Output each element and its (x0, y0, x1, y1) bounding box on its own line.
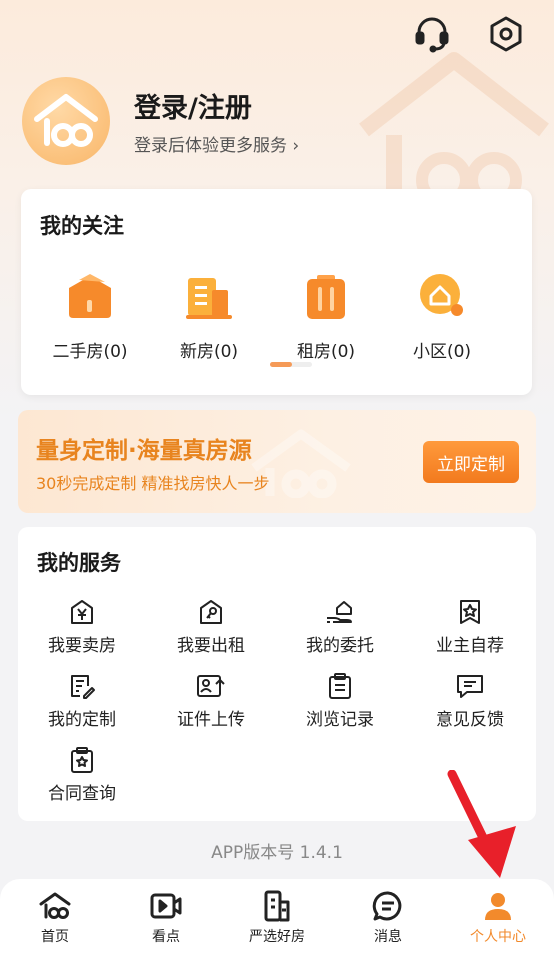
follow-item-community[interactable]: 小区(0) (387, 269, 497, 362)
tab-personal-center[interactable]: 个人中心 (443, 889, 553, 946)
new-building-icon (181, 269, 237, 325)
follow-item-newhouse[interactable]: 新房(0) (154, 269, 264, 362)
document-edit-icon (67, 671, 97, 701)
service-label: 我要出租 (177, 636, 245, 656)
tab-label: 严选好房 (249, 929, 305, 945)
tab-label: 个人中心 (470, 929, 526, 945)
service-owner-recommend[interactable]: 业主自荐 (406, 597, 534, 656)
building-icon (260, 889, 294, 923)
service-label: 证件上传 (177, 710, 245, 730)
my-follow-card: 我的关注 二手房(0) 新房(0) 租房(0) 小区(0) (21, 189, 532, 395)
service-browse-history[interactable]: 浏览记录 (276, 671, 404, 730)
home-icon (38, 889, 72, 923)
services-title: 我的服务 (37, 551, 121, 575)
service-label: 我的定制 (48, 710, 116, 730)
settings-hexagon-icon[interactable] (484, 12, 528, 56)
video-icon (149, 889, 183, 923)
service-my-custom[interactable]: 我的定制 (18, 671, 146, 730)
follow-item-rental[interactable]: 租房(0) (271, 269, 381, 362)
banner-title: 量身定制·海量真房源 (36, 438, 252, 464)
follow-title: 我的关注 (40, 214, 124, 238)
tab-messages[interactable]: 消息 (333, 889, 443, 946)
person-icon (481, 889, 515, 923)
service-contract-query[interactable]: 合同查询 (18, 745, 146, 804)
pointer-arrow-icon (440, 769, 530, 886)
headset-icon[interactable] (410, 12, 454, 56)
contract-star-icon (67, 745, 97, 775)
top-right-actions (410, 12, 528, 56)
service-label: 我的委托 (306, 636, 374, 656)
house-yen-icon (67, 597, 97, 627)
follow-label: 小区(0) (412, 342, 472, 362)
banner-subtitle: 30秒完成定制 精准找房快人一步 (36, 474, 270, 493)
house-key-icon (196, 597, 226, 627)
login-subtitle-link[interactable]: 登录后体验更多服务 › (134, 131, 299, 156)
service-feedback[interactable]: 意见反馈 (406, 671, 534, 730)
carousel-indicator-active (270, 362, 292, 367)
service-label: 我要卖房 (48, 636, 116, 656)
bottom-tab-bar: 首页 看点 严选好房 消息 个人中心 (0, 879, 554, 954)
follow-label: 二手房(0) (52, 342, 128, 362)
service-rent-out[interactable]: 我要出租 (147, 597, 275, 656)
hand-house-icon (325, 597, 355, 627)
community-pin-icon (414, 269, 470, 325)
tab-label: 看点 (152, 929, 180, 945)
secondhand-house-icon (62, 269, 118, 325)
customize-now-button[interactable]: 立即定制 (423, 441, 519, 483)
id-upload-icon (196, 671, 226, 701)
service-label: 浏览记录 (306, 710, 374, 730)
star-badge-icon (455, 597, 485, 627)
service-sell-house[interactable]: 我要卖房 (18, 597, 146, 656)
tab-label: 首页 (41, 929, 69, 945)
tab-label: 消息 (374, 929, 402, 945)
custom-search-banner[interactable]: 量身定制·海量真房源 30秒完成定制 精准找房快人一步 立即定制 (18, 410, 536, 513)
carousel-indicator (270, 362, 312, 367)
follow-label: 租房(0) (296, 342, 356, 362)
service-label: 业主自荐 (436, 636, 504, 656)
service-label: 意见反馈 (436, 710, 504, 730)
service-id-upload[interactable]: 证件上传 (147, 671, 275, 730)
avatar[interactable] (22, 77, 110, 165)
clipboard-icon (325, 671, 355, 701)
login-title[interactable]: 登录/注册 (134, 86, 252, 125)
tab-home[interactable]: 首页 (0, 889, 110, 946)
feedback-icon (455, 671, 485, 701)
follow-label: 新房(0) (179, 342, 239, 362)
follow-item-secondhand[interactable]: 二手房(0) (35, 269, 145, 362)
rental-icon (298, 269, 354, 325)
message-icon (371, 889, 405, 923)
service-label: 合同查询 (48, 784, 116, 804)
service-my-entrust[interactable]: 我的委托 (276, 597, 404, 656)
tab-selected-houses[interactable]: 严选好房 (222, 889, 332, 946)
tab-highlights[interactable]: 看点 (111, 889, 221, 946)
